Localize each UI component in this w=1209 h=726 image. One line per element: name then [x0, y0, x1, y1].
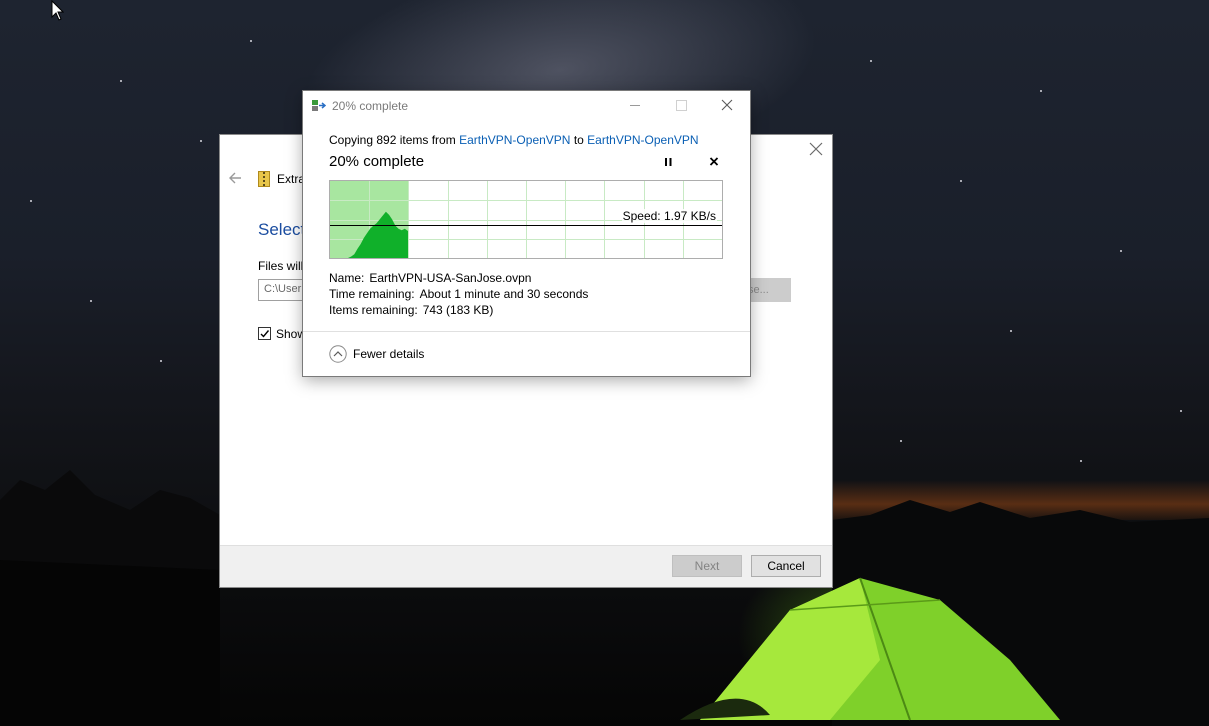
time-label: Time remaining: [329, 287, 415, 301]
wizard-back-button[interactable] [228, 171, 242, 185]
items-value: 743 (183 KB) [422, 303, 494, 317]
pause-button[interactable] [659, 153, 679, 171]
items-label: Items remaining: [329, 303, 418, 317]
detail-time-row: Time remaining: About 1 minute and 30 sec… [329, 286, 588, 302]
wizard-close-button[interactable] [808, 141, 824, 157]
close-icon [721, 99, 733, 111]
dialog-title: 20% complete [332, 99, 409, 113]
fewer-details-label: Fewer details [353, 347, 425, 361]
wizard-cancel-button[interactable]: Cancel [751, 555, 821, 577]
wizard-files-label: Files will [258, 259, 304, 273]
cancel-icon [709, 157, 719, 166]
minimize-icon [630, 105, 640, 106]
chevron-up-icon [329, 345, 347, 363]
next-button[interactable]: Next [672, 555, 742, 577]
destination-folder-link[interactable]: EarthVPN-OpenVPN [587, 133, 698, 147]
pause-icon [665, 158, 672, 166]
speed-readout: Speed: 1.97 KB/s [621, 209, 717, 223]
transfer-speed-graph: Speed: 1.97 KB/s [329, 180, 723, 259]
maximize-icon [676, 100, 687, 111]
dialog-titlebar[interactable]: 20% complete [303, 91, 750, 121]
to-word: to [573, 133, 584, 147]
source-folder-link[interactable]: EarthVPN-OpenVPN [459, 133, 570, 147]
back-arrow-icon [229, 172, 241, 184]
copy-progress-dialog: 20% complete Copying 892 items from Eart… [303, 91, 750, 376]
maximize-button[interactable] [658, 91, 704, 121]
checkmark-icon [260, 330, 270, 338]
cancel-copy-button[interactable] [704, 153, 724, 171]
dialog-close-button[interactable] [704, 91, 750, 121]
minimize-button[interactable] [612, 91, 658, 121]
copy-transfer-icon [312, 100, 326, 111]
detail-items-row: Items remaining: 743 (183 KB) [329, 302, 588, 318]
wizard-footer: Next Cancel [220, 545, 832, 587]
wizard-show-checkbox[interactable] [258, 327, 271, 340]
dialog-divider [303, 331, 750, 332]
transfer-details: Name: EarthVPN-USA-SanJose.ovpn Time rema… [329, 270, 588, 318]
wizard-heading: Select [258, 220, 306, 239]
time-value: About 1 minute and 30 seconds [419, 287, 589, 301]
progress-heading: 20% complete [329, 153, 425, 170]
name-label: Name: [329, 271, 365, 285]
wallpaper-tent [680, 577, 1060, 721]
zip-folder-icon [258, 171, 270, 187]
detail-name-row: Name: EarthVPN-USA-SanJose.ovpn [329, 270, 588, 286]
name-value: EarthVPN-USA-SanJose.ovpn [369, 271, 532, 285]
wizard-title: Extra [277, 172, 306, 186]
copying-summary: Copying 892 items from EarthVPN-OpenVPN … [329, 133, 699, 147]
wizard-show-checkbox-label: Show [276, 327, 307, 341]
mouse-cursor-icon [51, 0, 64, 21]
close-icon [809, 142, 823, 156]
copying-prefix: Copying 892 items from [329, 133, 456, 147]
